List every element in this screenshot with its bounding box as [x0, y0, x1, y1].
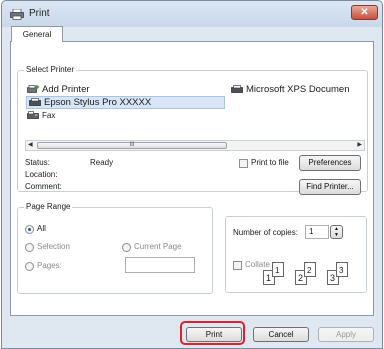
printer-label: Epson Stylus Pro XXXXX — [44, 97, 152, 108]
pages-input[interactable] — [125, 257, 195, 273]
printer-list[interactable]: Add Printer Microsoft XPS Documen Epson … — [25, 84, 365, 140]
current-page-label: Current Page — [134, 242, 182, 251]
cancel-button[interactable]: Cancel — [253, 327, 309, 342]
printer-list-scrollbar[interactable]: ◀ III ▶ — [25, 140, 365, 151]
close-icon: ✕ — [360, 7, 369, 18]
printer-item-microsoft-xps[interactable]: Microsoft XPS Documen — [231, 84, 349, 95]
number-of-copies-label: Number of copies: — [233, 228, 298, 237]
printer-label: Fax — [42, 111, 56, 120]
printer-item-add-printer[interactable]: Add Printer — [27, 84, 90, 95]
status-value: Ready — [90, 158, 114, 167]
pages-label: Pages: — [37, 261, 62, 270]
printer-label: Microsoft XPS Documen — [246, 84, 350, 95]
current-page-radio[interactable] — [122, 243, 131, 252]
collate-checkbox[interactable] — [233, 261, 242, 270]
location-label: Location: — [25, 170, 58, 179]
copies-spinner[interactable]: ▲ ▼ — [330, 225, 343, 239]
print-to-file-label: Print to file — [251, 158, 289, 167]
printer-item-epson-stylus-pro[interactable]: Epson Stylus Pro XXXXX — [26, 96, 225, 109]
all-radio[interactable] — [25, 225, 34, 234]
fax-icon — [27, 111, 39, 119]
collate-label: Collate — [245, 260, 270, 269]
print-dialog: Print ✕ General Select Printer Add Print… — [1, 0, 383, 349]
window-title: Print — [29, 8, 50, 19]
collate-page: 2 — [304, 262, 316, 277]
printer-icon — [10, 9, 24, 20]
close-button[interactable]: ✕ — [351, 5, 378, 20]
copies-input[interactable]: 1 — [305, 225, 329, 239]
page-range-legend: Page Range — [24, 202, 73, 211]
scrollbar-thumb[interactable]: III — [37, 142, 227, 149]
printer-icon — [29, 98, 41, 106]
printer-icon — [231, 85, 243, 93]
apply-button[interactable]: Apply — [318, 327, 374, 342]
add-printer-icon — [27, 85, 39, 93]
collate-page: 1 — [272, 262, 284, 277]
comment-label: Comment: — [25, 182, 62, 191]
printer-item-fax[interactable]: Fax — [27, 111, 55, 120]
select-printer-legend: Select Printer — [24, 65, 77, 74]
scroll-right-icon[interactable]: ▶ — [357, 141, 362, 150]
print-button-highlight — [180, 321, 245, 345]
scroll-grip: III — [129, 142, 135, 148]
tab-general[interactable]: General — [11, 26, 63, 42]
printer-label: Add Printer — [42, 84, 90, 95]
find-printer-button[interactable]: Find Printer... — [299, 179, 361, 195]
preferences-button[interactable]: Preferences — [299, 155, 361, 171]
general-panel: Select Printer Add Printer Microsoft XPS… — [10, 41, 374, 316]
title-bar: Print ✕ — [2, 1, 382, 27]
pages-radio[interactable] — [25, 262, 34, 271]
spin-down-icon[interactable]: ▼ — [331, 232, 342, 238]
scroll-left-icon[interactable]: ◀ — [28, 141, 33, 150]
collate-page: 3 — [336, 262, 348, 277]
selection-radio[interactable] — [25, 243, 34, 252]
print-to-file-checkbox[interactable] — [239, 159, 248, 168]
all-label: All — [37, 224, 46, 233]
selection-label: Selection — [37, 242, 70, 251]
status-label: Status: — [25, 158, 50, 167]
